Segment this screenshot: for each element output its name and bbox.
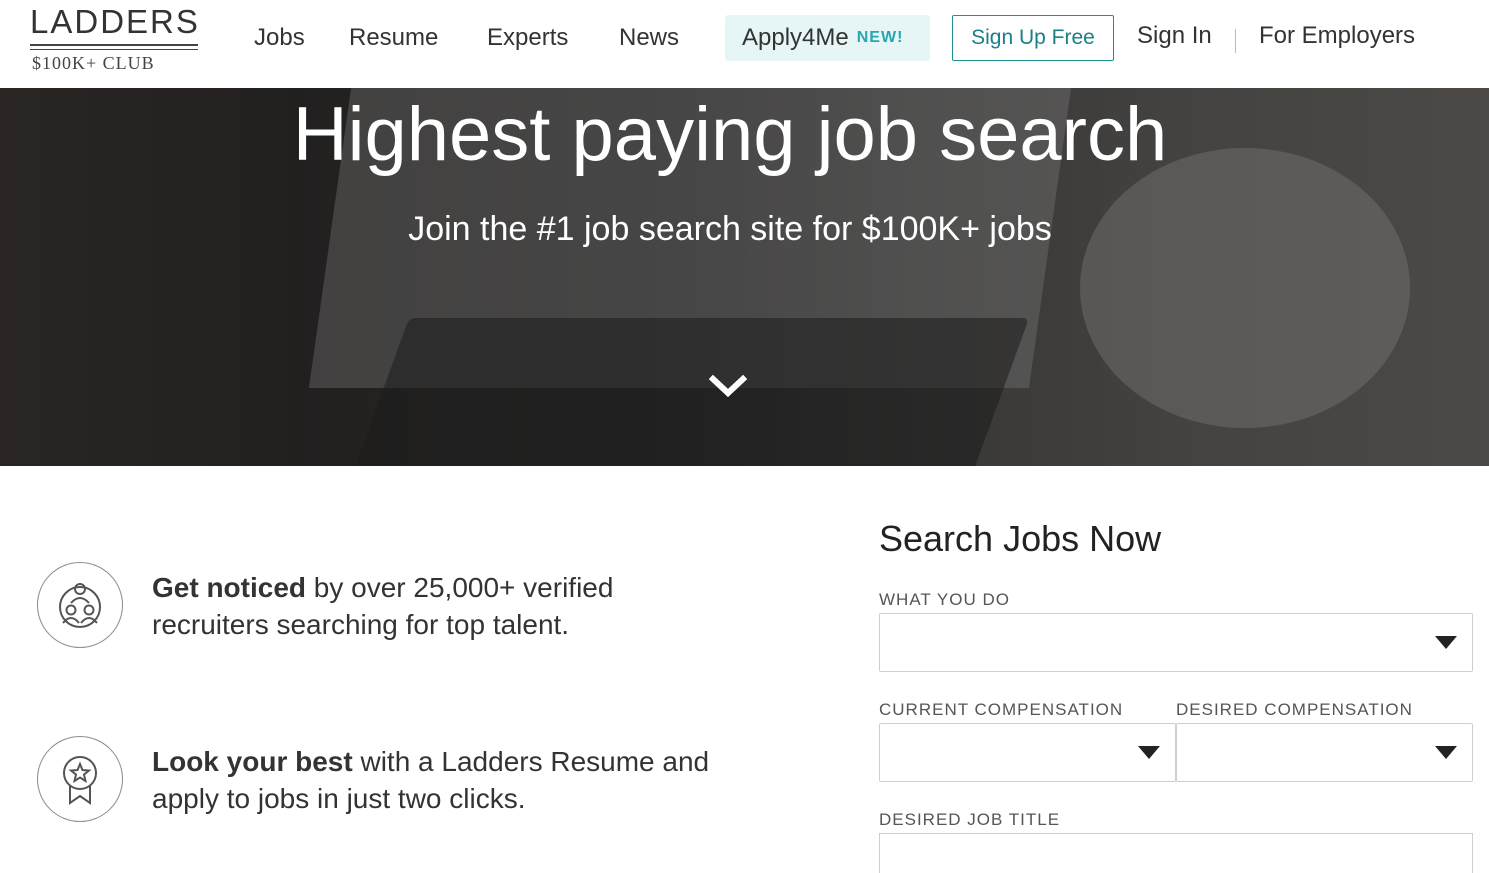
apply4me-label: Apply4Me [742, 24, 849, 51]
dropdown-caret-icon [1138, 746, 1160, 759]
new-badge: NEW! [856, 29, 904, 46]
nav-divider [1235, 29, 1236, 53]
desired-compensation-label: DESIRED COMPENSATION [1176, 700, 1413, 719]
desired-compensation-select[interactable] [1176, 723, 1473, 782]
current-compensation-select[interactable] [879, 723, 1176, 782]
logo-wordmark: LADDERS [30, 3, 200, 40]
nav-resume[interactable]: Resume [349, 0, 438, 76]
apply4me-button[interactable]: Apply4Me NEW! [725, 15, 930, 61]
top-nav-bar: LADDERS $100K+ CLUB Jobs Resume Experts … [0, 0, 1489, 88]
nav-experts[interactable]: Experts [487, 0, 568, 76]
search-jobs-title: Search Jobs Now [879, 518, 1162, 559]
award-ribbon-icon [37, 736, 123, 822]
current-compensation-label: CURRENT COMPENSATION [879, 700, 1124, 719]
hero-banner: Highest paying job search Join the #1 jo… [0, 88, 1489, 466]
hero-title: Highest paying job search [292, 92, 1168, 177]
sign-up-free-button[interactable]: Sign Up Free [952, 15, 1114, 61]
dropdown-caret-icon [1435, 746, 1457, 759]
logo-tagline: $100K+ CLUB [32, 53, 155, 73]
feature-look-your-best: Look your best with a Ladders Resume and… [152, 743, 712, 817]
hero-subtitle: Join the #1 job search site for $100K+ j… [408, 210, 1052, 248]
feature-bold: Look your best [152, 746, 353, 777]
ladders-logo[interactable]: LADDERS $100K+ CLUB [30, 4, 200, 74]
feature-get-noticed: Get noticed by over 25,000+ verified rec… [152, 569, 712, 643]
nav-jobs[interactable]: Jobs [254, 0, 305, 76]
desired-job-title-label: DESIRED JOB TITLE [879, 810, 1061, 829]
desired-job-title-input[interactable] [879, 833, 1473, 873]
chevron-down-icon[interactable] [709, 374, 747, 398]
people-group-icon [37, 562, 123, 648]
what-you-do-label: WHAT YOU DO [879, 590, 1010, 609]
for-employers-link[interactable]: For Employers [1259, 22, 1415, 50]
feature-bold: Get noticed [152, 572, 307, 603]
nav-news[interactable]: News [619, 0, 679, 76]
logo-rule [30, 44, 198, 46]
dropdown-caret-icon [1435, 636, 1457, 649]
logo-rule-thin [30, 49, 198, 50]
what-you-do-select[interactable] [879, 613, 1473, 672]
sign-in-link[interactable]: Sign In [1137, 22, 1212, 50]
